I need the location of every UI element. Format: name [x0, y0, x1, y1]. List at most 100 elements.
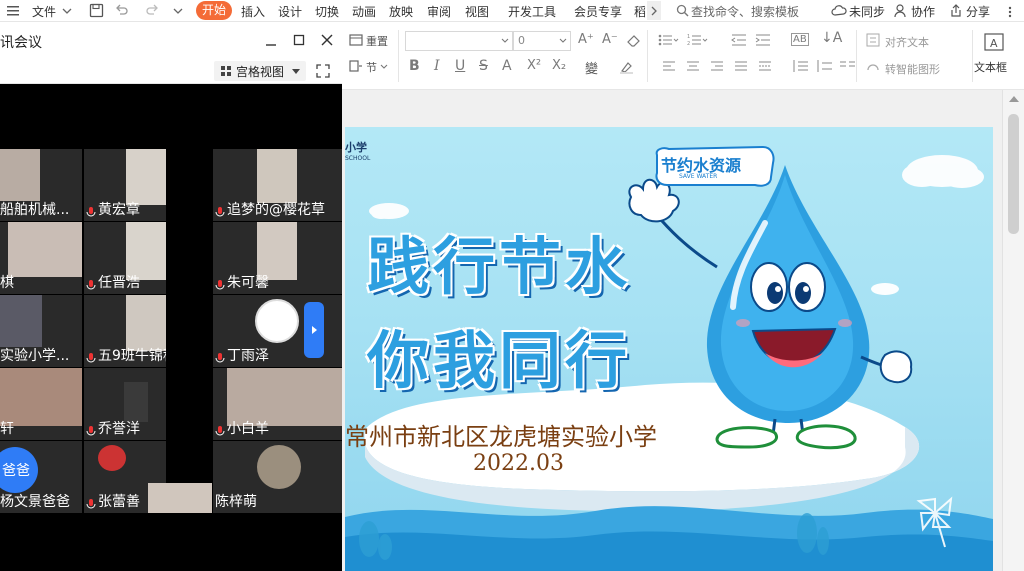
slide[interactable]: 小学 SCHOOL 节约水资源 SAVE WATER 践行节水 你我同行 常州市…	[345, 127, 993, 571]
ribbon-separator	[398, 30, 399, 82]
paragraph-spacing-icon[interactable]	[815, 59, 833, 73]
text-direction-icon[interactable]: ↓A	[821, 30, 842, 46]
participant-tile[interactable]: 轩	[0, 368, 82, 440]
maximize-icon[interactable]	[293, 34, 305, 46]
participant-tile[interactable]: 任晋浩	[84, 222, 166, 294]
tab-design[interactable]: 设计	[278, 3, 302, 20]
tab-developer[interactable]: 开发工具	[508, 3, 556, 20]
fullscreen-icon[interactable]	[316, 64, 330, 78]
subscript-icon[interactable]: X₂	[552, 58, 566, 73]
tab-review[interactable]: 审阅	[427, 3, 451, 20]
columns-icon[interactable]	[839, 59, 857, 73]
slide-title-line1: 践行节水	[367, 230, 632, 303]
section-button[interactable]: 节	[366, 59, 377, 75]
font-size-value: 0	[518, 34, 525, 47]
tab-view[interactable]: 视图	[465, 3, 489, 20]
participant-name: 张蕾善	[98, 494, 140, 510]
svg-text:1: 1	[687, 34, 690, 40]
tab-slideshow[interactable]: 放映	[389, 3, 413, 20]
participant-tile[interactable]: 船舶机械...	[0, 149, 82, 221]
distribute-icon[interactable]	[758, 60, 772, 72]
line-spacing-icon[interactable]	[791, 59, 809, 73]
tab-insert[interactable]: 插入	[241, 3, 265, 20]
hamburger-menu-icon[interactable]	[6, 4, 20, 18]
decrease-font-icon[interactable]: A⁻	[602, 32, 618, 47]
participant-name: 陈梓萌	[215, 494, 257, 510]
align-right-icon[interactable]	[710, 60, 724, 72]
share-button[interactable]: 分享	[966, 3, 990, 20]
participant-tile[interactable]: 黄宏章	[84, 149, 166, 221]
align-center-icon[interactable]	[686, 60, 700, 72]
decrease-indent-icon[interactable]	[731, 33, 747, 47]
reset-button[interactable]: 重置	[366, 33, 388, 49]
align-text-button[interactable]: 对齐文本	[885, 34, 929, 50]
strikethrough-icon[interactable]: S	[479, 58, 488, 74]
tabs-scroll-right[interactable]	[647, 1, 661, 20]
scroll-up-icon[interactable]	[1009, 96, 1019, 102]
participant-tile[interactable]: 小白羊	[213, 368, 342, 440]
undo-icon[interactable]	[114, 4, 128, 17]
participant-name: 棋	[0, 275, 14, 291]
align-left-icon[interactable]	[662, 60, 676, 72]
school-logo-text: 小学	[345, 141, 367, 154]
scrollbar-thumb[interactable]	[1008, 114, 1019, 234]
expand-panel-button[interactable]	[304, 302, 324, 358]
bullet-list-icon[interactable]	[658, 33, 680, 47]
participant-tile[interactable]: 五9班牛锦程	[84, 295, 166, 367]
chevron-right-icon	[651, 6, 657, 16]
font-name-select[interactable]	[405, 31, 513, 51]
italic-icon[interactable]: I	[434, 58, 440, 74]
view-mode-dropdown[interactable]: 宫格视图	[214, 61, 306, 81]
participant-tile[interactable]: 乔誉洋	[84, 368, 166, 440]
more-icon[interactable]	[1004, 6, 1016, 18]
font-size-select[interactable]: 0	[513, 31, 571, 51]
view-mode-label: 宫格视图	[236, 65, 285, 79]
text-case-icon[interactable]: AB	[791, 33, 809, 46]
eraser-icon[interactable]	[627, 34, 641, 47]
participant-tile[interactable]: 棋	[0, 222, 82, 294]
font-color-icon[interactable]: A	[502, 58, 512, 74]
muted-mic-icon	[215, 426, 225, 436]
phonetic-icon[interactable]: 變	[585, 58, 598, 77]
chevron-down-icon[interactable]	[62, 7, 72, 15]
avatar	[98, 445, 126, 471]
highlight-icon[interactable]	[619, 60, 635, 74]
increase-indent-icon[interactable]	[755, 33, 771, 47]
participant-tile[interactable]: 追梦的@樱花草	[213, 149, 342, 221]
smart-shape-button[interactable]: 转智能图形	[885, 61, 940, 77]
tab-start[interactable]: 开始	[196, 1, 232, 20]
tab-animation[interactable]: 动画	[352, 3, 376, 20]
quick-access-dropdown-icon[interactable]	[173, 7, 183, 15]
section-dropdown-icon[interactable]	[380, 64, 388, 70]
participant-tile[interactable]: 朱可馨	[213, 222, 342, 294]
minimize-icon[interactable]	[265, 35, 277, 47]
numbered-list-icon[interactable]: 12	[687, 33, 709, 47]
participant-tile[interactable]: 实验小学...	[0, 295, 82, 367]
redo-icon[interactable]	[146, 4, 160, 17]
superscript-icon[interactable]: X²	[527, 58, 541, 73]
command-search[interactable]: 查找命令、搜索模板	[691, 3, 799, 20]
underline-icon[interactable]: U	[455, 58, 465, 74]
close-icon[interactable]	[321, 34, 333, 46]
section-icon	[349, 60, 362, 72]
text-box-icon: A	[984, 33, 1004, 51]
save-icon[interactable]	[89, 3, 104, 18]
bold-icon[interactable]: B	[409, 58, 420, 74]
sync-status[interactable]: 未同步	[849, 3, 885, 20]
ribbon-separator	[856, 30, 857, 82]
collaborate-button[interactable]: 协作	[911, 3, 935, 20]
file-menu[interactable]: 文件	[32, 3, 56, 20]
tab-membership[interactable]: 会员专享	[574, 3, 622, 20]
participant-tile[interactable]: 陈梓萌	[213, 441, 342, 513]
meeting-title: 讯会议	[0, 35, 42, 51]
muted-mic-icon	[86, 207, 96, 217]
text-box-button[interactable]: 文本框	[974, 59, 1007, 75]
menu-bar: 文件 开始 插入 设计 切换 动画 放映 审阅 视图 开发工具 会员专享 稻 查…	[0, 0, 1024, 22]
vertical-scrollbar[interactable]	[1002, 90, 1024, 571]
justify-icon[interactable]	[734, 60, 748, 72]
slide-school-name: 常州市新北区龙虎塘实验小学	[345, 423, 657, 451]
participant-tile[interactable]: 爸爸 杨文景爸爸	[0, 441, 82, 513]
tab-docer[interactable]: 稻	[634, 3, 646, 20]
increase-font-icon[interactable]: A⁺	[578, 32, 594, 47]
tab-transition[interactable]: 切换	[315, 3, 339, 20]
